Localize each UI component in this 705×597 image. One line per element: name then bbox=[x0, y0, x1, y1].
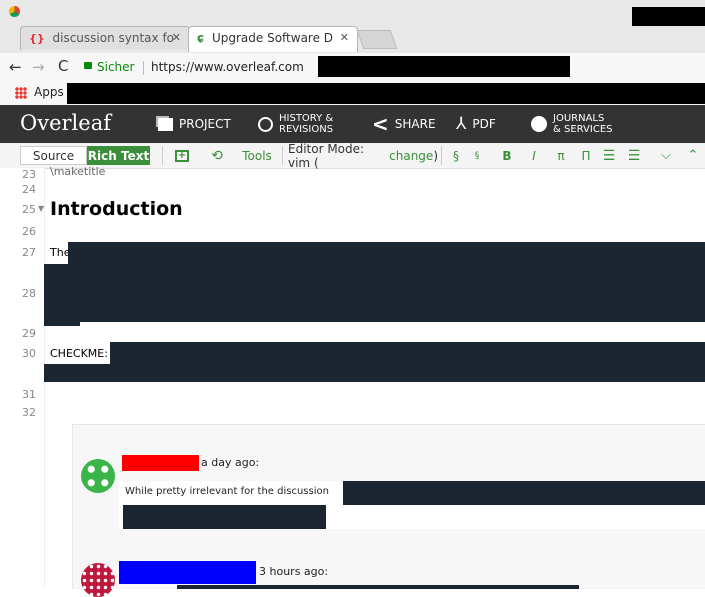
bullet-list-icon[interactable]: ☰ bbox=[625, 146, 643, 165]
bookmarks-bar: Apps bbox=[0, 83, 705, 105]
tab-close-icon[interactable]: ✕ bbox=[340, 31, 349, 44]
line-number: 31 bbox=[22, 388, 36, 401]
add-comment-icon[interactable]: + bbox=[172, 146, 192, 165]
line-number: 32 bbox=[22, 406, 36, 419]
line-number: 23 bbox=[22, 168, 36, 181]
line-number: 30 bbox=[22, 347, 36, 360]
redacted-area bbox=[110, 342, 705, 364]
apps-label[interactable]: Apps bbox=[34, 85, 64, 99]
comment-body: While pretty irrelevant for the discussi… bbox=[119, 481, 705, 529]
fold-arrow-icon[interactable]: ▼ bbox=[38, 204, 44, 213]
globe-icon bbox=[531, 116, 547, 132]
inline-math-button[interactable]: π bbox=[552, 146, 570, 165]
project-label: PROJECT bbox=[179, 117, 231, 131]
avatar bbox=[81, 459, 115, 493]
line-number: 24 bbox=[22, 183, 36, 196]
redacted-area bbox=[123, 505, 326, 529]
divider bbox=[282, 146, 283, 165]
history-icon[interactable]: ⟲ bbox=[207, 146, 227, 165]
comment-author-redacted bbox=[122, 455, 199, 471]
code-line: CHECKME: bbox=[50, 347, 108, 360]
line-number: 25 bbox=[22, 203, 36, 216]
redacted-area bbox=[318, 56, 570, 77]
reload-icon[interactable]: C bbox=[58, 57, 68, 75]
new-tab-button[interactable] bbox=[356, 30, 398, 49]
italic-button[interactable]: I bbox=[525, 146, 543, 165]
line-number: 29 bbox=[22, 327, 36, 340]
journals-label: JOURNALS & SERVICES bbox=[553, 113, 613, 135]
address-bar-row: ← → C Sicher https://www.overleaf.com bbox=[0, 53, 705, 84]
subsection-button[interactable]: § bbox=[468, 146, 486, 165]
forward-arrow-icon[interactable]: → bbox=[32, 58, 45, 76]
redacted-area bbox=[44, 322, 80, 326]
tab-discussion-syntax[interactable]: {} discussion syntax fo ✕ bbox=[20, 26, 190, 50]
display-math-button[interactable]: Π bbox=[577, 146, 595, 165]
line-number: 27 bbox=[22, 246, 36, 259]
code-braces-icon: {} bbox=[29, 32, 45, 45]
browser-titlebar: {} discussion syntax fo ✕ ɕ Upgrade Soft… bbox=[0, 0, 705, 53]
bold-button[interactable]: B bbox=[498, 146, 516, 165]
redacted-area bbox=[44, 264, 705, 322]
lock-icon bbox=[84, 62, 92, 69]
history-clock-icon bbox=[258, 116, 273, 132]
rich-text-toggle[interactable]: Rich Text bbox=[87, 146, 150, 165]
collapse-icon[interactable]: ⌵ bbox=[657, 146, 675, 165]
editor-mode-change-link[interactable]: change bbox=[389, 149, 433, 163]
pdf-icon: ⅄ bbox=[456, 114, 467, 134]
url-input[interactable]: https://www.overleaf.com bbox=[151, 60, 304, 74]
editor-toolbar: Source Rich Text + ⟲ Tools Editor Mode: … bbox=[0, 141, 705, 170]
journals-menu[interactable]: JOURNALS & SERVICES bbox=[531, 105, 612, 143]
back-arrow-icon[interactable]: ← bbox=[9, 58, 22, 76]
apps-grid-icon[interactable] bbox=[15, 87, 27, 99]
overleaf-leaf-icon: ɕ bbox=[197, 31, 205, 45]
tab-upgrade-software[interactable]: ɕ Upgrade Software D ✕ bbox=[188, 26, 358, 52]
line-number: 26 bbox=[22, 225, 36, 238]
comment-time: 3 hours ago: bbox=[259, 565, 329, 578]
numbered-list-icon[interactable]: ☰ bbox=[600, 146, 618, 165]
secure-label: Sicher bbox=[97, 60, 135, 74]
redacted-area bbox=[632, 7, 705, 26]
code-line: \maketitle bbox=[50, 165, 106, 178]
redacted-area bbox=[343, 481, 705, 505]
pdf-label: PDF bbox=[472, 117, 496, 131]
redacted-area bbox=[68, 242, 705, 264]
divider bbox=[162, 146, 163, 165]
comment-thread: a day ago: While pretty irrelevant for t… bbox=[72, 424, 705, 597]
expand-icon[interactable]: ⌃ bbox=[684, 146, 702, 165]
redacted-area bbox=[67, 83, 705, 104]
overleaf-logo[interactable]: Overleaf bbox=[20, 111, 111, 135]
overleaf-header: Overleaf PROJECT HISTORY & REVISIONS < SH… bbox=[0, 105, 705, 143]
redacted-area bbox=[44, 364, 705, 382]
tab-label: discussion syntax fo bbox=[52, 31, 175, 45]
share-label: SHARE bbox=[394, 117, 436, 131]
tools-button[interactable]: Tools bbox=[237, 146, 277, 165]
tab-label: Upgrade Software D bbox=[211, 31, 334, 45]
divider bbox=[143, 61, 144, 75]
divider bbox=[441, 146, 442, 165]
source-toggle[interactable]: Source bbox=[20, 146, 87, 165]
chrome-logo-icon bbox=[9, 6, 20, 17]
avatar bbox=[81, 563, 115, 597]
pdf-menu[interactable]: ⅄ PDF bbox=[456, 105, 496, 143]
line-number: 28 bbox=[22, 287, 36, 300]
share-icon: < bbox=[372, 112, 389, 136]
section-button[interactable]: § bbox=[447, 146, 465, 165]
project-icon bbox=[158, 117, 173, 131]
section-heading: Introduction bbox=[50, 198, 183, 220]
history-menu[interactable]: HISTORY & REVISIONS bbox=[258, 105, 333, 143]
comment-text: While pretty irrelevant for the discussi… bbox=[125, 486, 329, 497]
comment-time: a day ago: bbox=[201, 456, 260, 469]
redacted-area bbox=[177, 585, 579, 589]
share-menu[interactable]: < SHARE bbox=[372, 105, 436, 143]
comment-author-redacted bbox=[119, 561, 256, 584]
editor-mode: Editor Mode: vim (change) bbox=[288, 141, 438, 170]
history-label: HISTORY & REVISIONS bbox=[279, 113, 334, 135]
tab-close-icon[interactable]: ✕ bbox=[172, 31, 181, 44]
project-menu[interactable]: PROJECT bbox=[158, 105, 231, 143]
